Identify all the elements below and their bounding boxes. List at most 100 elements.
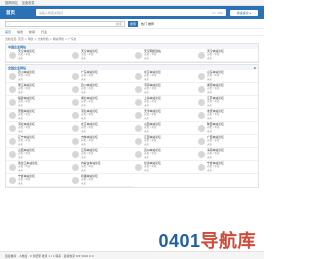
site-card[interactable]: 天空本站论坛 去看 / 本周 未来 [69, 49, 132, 62]
menu-icon[interactable]: ≡ [253, 66, 256, 70]
site-card[interactable]: 河南本站论坛 去看 / 本周 未来 [132, 83, 195, 96]
site-info: 山东本站论坛 去看 / 本周 未来 [207, 70, 224, 81]
site-card[interactable]: 湖南本站论坛 去看 / 本周 未来 [195, 83, 258, 96]
site-card[interactable]: 湖北本站论坛 去看 / 本周 未来 [69, 96, 132, 109]
section-featured: 中国企业网站 天空本站论坛 去看 / 本周 未来 天空本站论坛 去看 / 本周 未来 天空网… [5, 43, 259, 63]
watermark-digits: 0401 [158, 231, 201, 251]
site-info: 贵州本站论坛 去看 / 本周 未来 [144, 148, 161, 159]
site-avatar-icon [198, 72, 205, 80]
site-meta-2: 未来 [144, 142, 150, 146]
site-avatar-icon [198, 137, 205, 145]
site-card[interactable]: 浙江本站论坛 去看 / 本周 未来 [6, 83, 69, 96]
site-avatar-icon [9, 111, 16, 119]
site-meta-2: 未来 [18, 90, 24, 94]
site-info: 四川本站论坛 去看 / 本周 未来 [18, 70, 35, 81]
site-meta-2: 未来 [81, 56, 87, 60]
topbar-link-left[interactable]: 推荐网站 [5, 0, 18, 5]
site-card[interactable]: 云南本站论坛 去看 / 本周 未来 [69, 148, 132, 161]
site-card[interactable]: 陕西本站论坛 去看 / 本周 未来 [195, 122, 258, 135]
site-card[interactable]: 宁夏本站论坛 去看 / 本周 未来 [195, 161, 258, 174]
site-avatar-icon [9, 51, 16, 59]
site-card[interactable]: 江苏本站论坛 去看 / 本周 未来 [195, 96, 258, 109]
site-card[interactable]: 四川本站论坛 去看 / 本周 未来 [69, 83, 132, 96]
submit-button[interactable]: 快速提交 ▸ [230, 9, 258, 16]
site-card[interactable]: 内蒙古本站论坛 去看 / 本周 未来 [69, 161, 132, 174]
site-meta-2: 未来 [144, 103, 150, 107]
site-card[interactable]: 北京本站论坛 去看 / 本周 未来 [132, 70, 195, 83]
site-avatar-icon [198, 124, 205, 132]
site-card[interactable]: 山西本站论坛 去看 / 本周 未来 [132, 122, 195, 135]
site-meta-2: 未来 [144, 90, 150, 94]
site-card[interactable]: 山西本站论坛 去看 / 本周 未来 [6, 148, 69, 161]
site-info: 宁夏本站论坛 去看 / 本周 未来 [18, 174, 35, 185]
site-info: 山西本站论坛 去看 / 本周 未来 [144, 122, 161, 133]
site-card[interactable]: 江西本站论坛 去看 / 本周 未来 [132, 135, 195, 148]
site-card[interactable]: 重庆本站论坛 去看 / 本周 未来 [195, 109, 258, 122]
site-meta-2: 未来 [18, 168, 24, 172]
site-info: 安徽本站论坛 去看 / 本周 未来 [18, 109, 35, 120]
site-card[interactable]: 上海本站论坛 去看 / 本周 未来 [132, 96, 195, 109]
site-avatar-icon [135, 111, 142, 119]
site-meta-2: 未来 [81, 181, 87, 185]
site-meta-2: 未来 [207, 142, 213, 146]
tab-industry[interactable]: 行业 [41, 30, 47, 34]
site-info: 河北本站论坛 去看 / 本周 未来 [18, 122, 35, 133]
site-card[interactable]: 贵州本站论坛 去看 / 本周 未来 [132, 148, 195, 161]
site-card[interactable]: 辽宁本站论坛 去看 / 本周 未来 [6, 135, 69, 148]
site-card[interactable]: 天津本站论坛 去看 / 本周 未来 [132, 109, 195, 122]
section-featured-title-text: 中国企业网站 [8, 44, 27, 49]
site-info: 广东本站论坛 去看 / 本周 未来 [81, 70, 98, 81]
site-card[interactable]: 河北本站论坛 去看 / 本周 未来 [69, 109, 132, 122]
site-meta-2: 未来 [207, 103, 213, 107]
site-meta-2: 未来 [81, 155, 87, 159]
site-card[interactable]: 海南本站论坛 去看 / 本周 未来 [195, 148, 258, 161]
site-meta-2: 未来 [81, 77, 87, 81]
site-card[interactable]: 福建本站论坛 去看 / 本周 未来 [6, 96, 69, 109]
site-meta-2: 未来 [144, 168, 150, 172]
site-logo[interactable]: 首页 [6, 10, 32, 16]
watermark-logo: 0401导航库 [158, 227, 256, 253]
site-meta-2: 未来 [18, 116, 24, 120]
site-info: 湖南本站论坛 去看 / 本周 未来 [207, 83, 224, 94]
site-avatar-icon [9, 98, 16, 106]
site-meta-2: 未来 [81, 103, 87, 107]
site-avatar-icon [135, 51, 142, 59]
site-avatar-icon [9, 150, 16, 158]
site-card[interactable]: 天空本站论坛 去看 / 本周 未来 [6, 49, 69, 62]
hot-links[interactable]: 热门 推荐 [141, 22, 154, 26]
search-button[interactable]: 搜索 [128, 20, 138, 27]
site-info: 河北本站论坛 去看 / 本周 未来 [81, 109, 98, 120]
site-card[interactable]: 北京本站论坛 去看 / 本周 未来 [69, 122, 132, 135]
search-icon: ⌕ [8, 21, 10, 26]
site-card[interactable]: 河北本站论坛 去看 / 本周 未来 [6, 122, 69, 135]
site-info: 宁夏本站论坛 去看 / 本周 未来 [207, 161, 224, 172]
header-search-input[interactable]: 请输入搜索关键词 0 / 100 [36, 9, 226, 16]
site-card[interactable]: 广东本站论坛 去看 / 本周 未来 [69, 70, 132, 83]
topbar-link-right[interactable]: 加速收录 [22, 0, 35, 5]
site-info: 北京本站论坛 去看 / 本周 未来 [144, 70, 161, 81]
site-info: 福建本站论坛 去看 / 本周 未来 [18, 96, 35, 107]
tab-general[interactable]: 综合 [17, 30, 23, 34]
header: 首页 请输入搜索关键词 0 / 100 快速提交 ▸ [0, 6, 264, 19]
site-card[interactable]: 广西本站论坛 去看 / 本周 未来 [195, 135, 258, 148]
site-avatar-icon [72, 137, 79, 145]
site-card[interactable]: 山东本站论坛 去看 / 本周 未来 [195, 70, 258, 83]
site-card[interactable]: 天空网络建站 去看 / 本周 未来 [132, 49, 195, 62]
site-card[interactable]: 宁夏本站论坛 去看 / 本周 未来 [6, 174, 69, 187]
site-avatar-icon [9, 72, 16, 80]
site-avatar-icon [135, 72, 142, 80]
secondary-search-input[interactable]: ⌕ 搜索 [5, 20, 125, 27]
site-card[interactable]: 黑龙江本站论坛 去看 / 本周 未来 [6, 161, 69, 174]
site-avatar-icon [135, 85, 142, 93]
site-meta-2: 未来 [81, 168, 87, 172]
secondary-search-placeholder: 搜索 [115, 21, 122, 26]
tab-home[interactable]: 首页 [5, 30, 11, 34]
tab-news[interactable]: 新闻 [29, 30, 35, 34]
site-card[interactable]: 四川本站论坛 去看 / 本周 未来 [6, 70, 69, 83]
site-card[interactable]: 安徽本站论坛 去看 / 本周 未来 [6, 109, 69, 122]
site-card[interactable]: 吉林本站论坛 去看 / 本周 未来 [69, 135, 132, 148]
site-card[interactable]: 天空本站论坛 去看 / 本周 未来 [195, 49, 258, 62]
site-card[interactable]: 新疆本站论坛 去看 / 本周 未来 [69, 174, 132, 187]
site-avatar-icon [135, 137, 142, 145]
site-card[interactable]: 甘肃本站论坛 去看 / 本周 未来 [132, 161, 195, 174]
